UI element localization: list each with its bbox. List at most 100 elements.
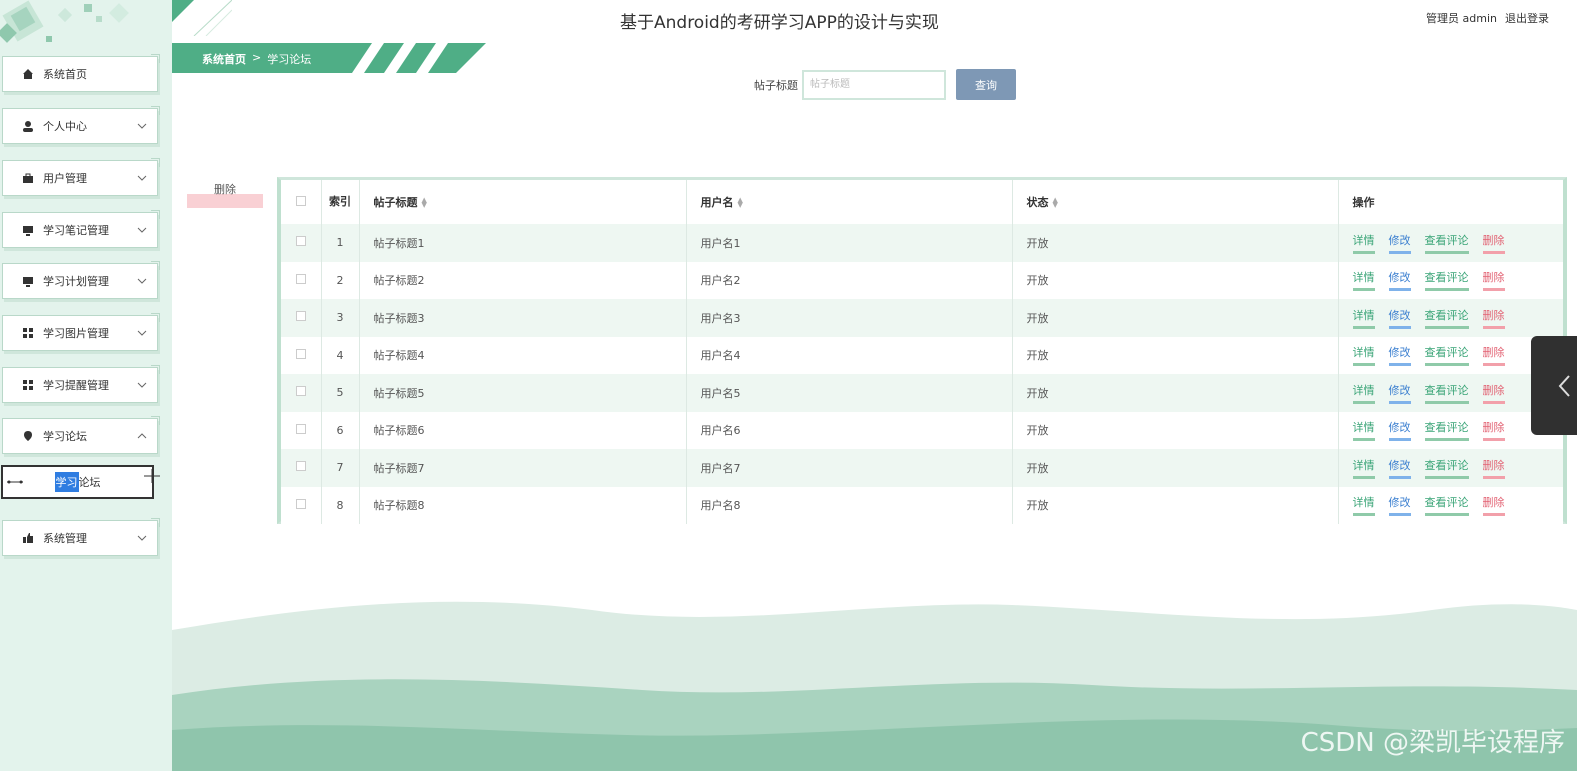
detail-link[interactable]: 详情 (1352, 344, 1375, 367)
row-status: 开放 (1012, 411, 1339, 449)
row-status: 开放 (1012, 224, 1339, 262)
row-select-cell (281, 261, 322, 299)
sidebar-item[interactable]: 学习图片管理 (2, 313, 160, 351)
table-row: 5 帖子标题5 用户名5 开放 详情 修改 查看评论 删除 (281, 374, 1563, 412)
edit-link[interactable]: 修改 (1388, 232, 1411, 254)
view-comments-link[interactable]: 查看评论 (1424, 269, 1469, 292)
user-icon (21, 119, 35, 133)
row-username: 用户名2 (686, 261, 1013, 299)
batch-delete-button[interactable]: 删除 (187, 180, 263, 208)
delete-link[interactable]: 删除 (1482, 269, 1505, 292)
breadcrumb-separator: > (252, 51, 262, 64)
detail-link[interactable]: 详情 (1352, 269, 1375, 292)
row-checkbox[interactable] (295, 461, 306, 472)
drag-handle-icon (144, 469, 160, 483)
header-index: 索引 (321, 180, 360, 224)
row-checkbox[interactable] (295, 348, 306, 359)
row-status: 开放 (1012, 486, 1339, 524)
view-comments-link[interactable]: 查看评论 (1424, 494, 1469, 517)
view-comments-link[interactable]: 查看评论 (1424, 344, 1469, 367)
user-area: 管理员 admin 退出登录 (1426, 10, 1549, 26)
row-checkbox[interactable] (295, 236, 306, 247)
delete-link[interactable]: 删除 (1482, 382, 1505, 404)
edit-link[interactable]: 修改 (1388, 494, 1411, 517)
header-username[interactable]: 用户名 ▲ ▼ (686, 180, 1013, 224)
search-input[interactable] (802, 69, 946, 100)
sidebar-subitem-forum[interactable]: 学习 论坛 (1, 465, 160, 499)
search-button[interactable]: 查询 (956, 69, 1016, 100)
row-checkbox[interactable] (295, 311, 306, 322)
logout-link[interactable]: 退出登录 (1505, 10, 1549, 26)
row-actions: 详情 修改 查看评论 删除 (1338, 337, 1563, 375)
view-comments-link[interactable]: 查看评论 (1424, 457, 1469, 479)
row-index: 6 (321, 411, 360, 449)
view-comments-link[interactable]: 查看评论 (1424, 307, 1469, 329)
edit-link[interactable]: 修改 (1388, 419, 1411, 442)
sidebar-item[interactable]: 学习计划管理 (2, 261, 160, 299)
sidebar-item[interactable]: 学习笔记管理 (2, 210, 160, 248)
header-title-label: 帖子标题 (373, 196, 418, 209)
header-select-all[interactable] (281, 180, 322, 224)
select-all-checkbox[interactable] (295, 195, 306, 206)
sort-icon[interactable]: ▲ ▼ (738, 197, 743, 209)
row-status: 开放 (1012, 299, 1339, 337)
detail-link[interactable]: 详情 (1352, 382, 1375, 404)
sidebar-item-label: 学习图片管理 (43, 327, 109, 340)
row-index: 5 (321, 374, 360, 412)
sidebar-item[interactable]: 学习提醒管理 (2, 365, 160, 403)
sort-icon[interactable]: ▲ ▼ (1053, 197, 1058, 209)
sidebar-item[interactable]: 学习论坛 (2, 416, 160, 454)
header-status[interactable]: 状态 ▲ ▼ (1012, 180, 1339, 224)
sidebar-item[interactable]: 用户管理 (2, 158, 160, 196)
briefcase-icon (21, 171, 35, 185)
sidebar-item[interactable]: 个人中心 (2, 106, 160, 144)
row-checkbox[interactable] (295, 498, 306, 509)
detail-link[interactable]: 详情 (1352, 457, 1375, 479)
view-comments-link[interactable]: 查看评论 (1424, 232, 1469, 254)
drag-handle-icon (7, 480, 23, 484)
row-username: 用户名1 (686, 224, 1013, 262)
row-username: 用户名3 (686, 299, 1013, 337)
sidebar-item-label: 系统管理 (43, 532, 87, 545)
row-actions: 详情 修改 查看评论 删除 (1338, 224, 1563, 262)
edit-link[interactable]: 修改 (1388, 269, 1411, 292)
delete-link[interactable]: 删除 (1482, 419, 1505, 442)
edit-link[interactable]: 修改 (1388, 344, 1411, 367)
header-title[interactable]: 帖子标题 ▲ ▼ (359, 180, 687, 224)
delete-link[interactable]: 删除 (1482, 494, 1505, 517)
collapse-panel-tab[interactable] (1531, 336, 1577, 435)
breadcrumb: 系统首页 > 学习论坛 (172, 43, 486, 73)
sidebar-item-label: 个人中心 (43, 120, 87, 133)
sidebar-item[interactable]: 系统管理 (2, 518, 160, 556)
chevron-down-icon (137, 121, 147, 131)
row-select-cell (281, 374, 322, 412)
view-comments-link[interactable]: 查看评论 (1424, 382, 1469, 404)
row-status: 开放 (1012, 374, 1339, 412)
row-checkbox[interactable] (295, 386, 306, 397)
sort-icon[interactable]: ▲ ▼ (422, 197, 427, 209)
row-index: 4 (321, 336, 360, 374)
table-row: 7 帖子标题7 用户名7 开放 详情 修改 查看评论 删除 (281, 449, 1563, 487)
edit-link[interactable]: 修改 (1388, 307, 1411, 329)
row-actions: 详情 修改 查看评论 删除 (1338, 374, 1563, 412)
delete-link[interactable]: 删除 (1482, 344, 1505, 367)
row-status: 开放 (1012, 449, 1339, 487)
detail-link[interactable]: 详情 (1352, 494, 1375, 517)
row-index: 8 (321, 486, 360, 524)
row-index: 7 (321, 449, 360, 487)
detail-link[interactable]: 详情 (1352, 232, 1375, 254)
sidebar-decoration (0, 0, 129, 43)
detail-link[interactable]: 详情 (1352, 419, 1375, 442)
view-comments-link[interactable]: 查看评论 (1424, 419, 1469, 442)
edit-link[interactable]: 修改 (1388, 457, 1411, 479)
row-checkbox[interactable] (295, 273, 306, 284)
sidebar-item[interactable]: 系统首页 (2, 54, 160, 92)
row-actions: 详情 修改 查看评论 删除 (1338, 487, 1563, 525)
delete-link[interactable]: 删除 (1482, 232, 1505, 254)
edit-link[interactable]: 修改 (1388, 382, 1411, 404)
delete-link[interactable]: 删除 (1482, 457, 1505, 479)
row-checkbox[interactable] (295, 423, 306, 434)
detail-link[interactable]: 详情 (1352, 307, 1375, 329)
breadcrumb-home[interactable]: 系统首页 (202, 51, 246, 67)
delete-link[interactable]: 删除 (1482, 307, 1505, 329)
